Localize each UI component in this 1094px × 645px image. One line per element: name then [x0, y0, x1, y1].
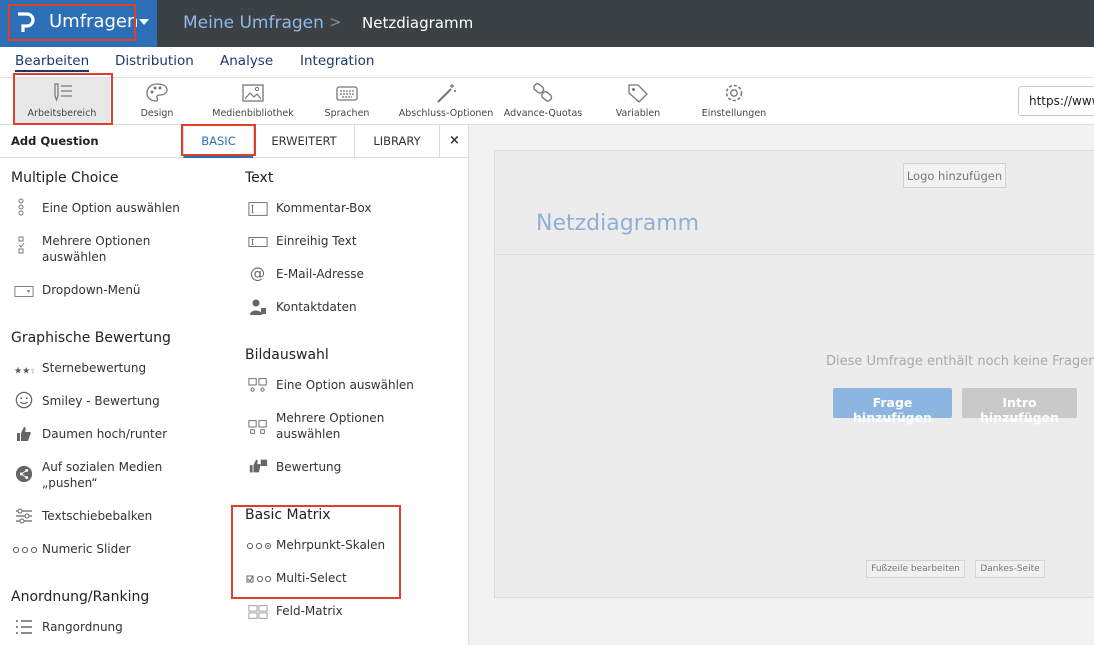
rating-thumbs-icon	[249, 459, 268, 473]
thumbs-up-icon	[17, 427, 31, 441]
image-choice-icon	[248, 378, 267, 392]
image-multi-choice-icon	[248, 420, 267, 434]
question-type-label: Rangordnung	[42, 620, 123, 634]
section-bildauswahl: Bildauswahl	[245, 347, 329, 363]
tab-erweitert[interactable]: ERWEITERT	[253, 125, 354, 158]
gear-icon	[722, 82, 746, 104]
section-text: Text	[245, 170, 274, 186]
slider-icon	[16, 508, 32, 524]
contact-icon	[250, 299, 266, 315]
nav-bearbeiten[interactable]: Bearbeiten	[15, 53, 90, 72]
section-multiple-choice: Multiple Choice	[11, 170, 119, 186]
question-type-label: Auf sozialen Medien „pushen“	[42, 460, 163, 490]
svg-text:@: @	[250, 264, 265, 282]
checkbox-list-icon	[18, 236, 25, 254]
svg-text:★★☆: ★★☆	[14, 367, 34, 377]
nav-analyse[interactable]: Analyse	[220, 53, 273, 69]
star-rating-icon: ★★☆	[14, 367, 34, 377]
breadcrumb-parent[interactable]: Meine Umfragen	[183, 13, 324, 33]
question-type-label: Mehrere Optionen auswählen	[276, 411, 385, 441]
link-icon	[531, 82, 555, 104]
add-intro-button[interactable]: Intro hinzufügen	[962, 388, 1077, 425]
at-sign-icon: @	[250, 264, 265, 282]
question-type-label: Feld-Matrix	[276, 604, 343, 618]
highlight-basic-tab	[181, 124, 256, 156]
survey-title[interactable]: Netzdiagramm	[536, 211, 699, 236]
toolbar: Arbeitsbereich Design Medienbibliothek S…	[0, 78, 1094, 125]
share-icon	[15, 465, 33, 483]
smiley-icon	[15, 391, 33, 409]
question-type-label: Daumen hoch/runter	[42, 427, 168, 441]
chevron-down-icon	[139, 19, 149, 25]
question-type-label: Eine Option auswählen	[42, 201, 180, 215]
text-area-icon	[248, 202, 268, 216]
close-icon[interactable]: ×	[439, 125, 469, 158]
tool-label: Variablen	[615, 108, 661, 119]
question-type-label: Smiley - Bewertung	[42, 394, 160, 408]
palette-icon	[145, 82, 169, 104]
question-type-label: Textschiebebalken	[42, 509, 153, 523]
question-type-label: Kontaktdaten	[276, 300, 357, 314]
add-logo-button[interactable]: Logo hinzufügen	[903, 163, 1006, 188]
dropdown-icon	[14, 286, 34, 297]
text-field-icon	[248, 237, 268, 247]
question-type-label: E-Mail-Adresse	[276, 267, 364, 281]
tag-icon	[626, 82, 650, 104]
title-divider	[495, 254, 1094, 255]
question-type-label: Kommentar-Box	[276, 201, 372, 215]
edit-footer-button[interactable]: Fußzeile bearbeiten	[866, 560, 965, 578]
question-type-label: Mehrere Optionen auswählen	[42, 234, 151, 264]
tool-label: Sprachen	[324, 108, 370, 119]
tab-library[interactable]: LIBRARY	[354, 125, 439, 158]
highlight-basic-matrix	[231, 505, 401, 599]
tool-label: Abschluss-Optionen	[398, 108, 494, 119]
tool-medienbibliothek[interactable]: Medienbibliothek	[208, 78, 298, 124]
question-type-label: Eine Option auswählen	[276, 378, 414, 392]
image-icon	[241, 82, 265, 104]
tool-label: Design	[140, 108, 174, 119]
breadcrumb-current: Netzdiagramm	[362, 14, 474, 32]
primary-nav: Bearbeiten Distribution Analyse Integrat…	[0, 47, 1094, 78]
tool-abschluss-optionen[interactable]: Abschluss-Optionen	[398, 78, 494, 124]
breadcrumb-separator-icon: >	[329, 13, 342, 31]
panel-title: Add Question	[11, 134, 99, 148]
nav-integration[interactable]: Integration	[300, 53, 374, 69]
section-graphische-bewertung: Graphische Bewertung	[11, 330, 171, 346]
tool-label: Medienbibliothek	[212, 108, 294, 119]
highlight-app-switcher	[8, 4, 136, 41]
question-type-label: Numeric Slider	[42, 542, 131, 556]
tool-variablen[interactable]: Variablen	[608, 78, 668, 124]
question-type-label: Dropdown-Menü	[42, 283, 141, 297]
nav-distribution[interactable]: Distribution	[115, 53, 194, 69]
section-anordnung-ranking: Anordnung/Ranking	[11, 589, 150, 605]
highlight-arbeitsbereich	[13, 73, 113, 125]
question-type-label: Sternebewertung	[42, 361, 147, 375]
survey-url-field[interactable]: https://www	[1018, 86, 1094, 116]
radio-list-icon	[18, 198, 24, 216]
question-type-label: Einreihig Text	[276, 234, 357, 248]
magic-wand-icon	[434, 82, 458, 104]
keyboard-icon	[335, 82, 359, 104]
thanks-page-button[interactable]: Dankes-Seite	[975, 560, 1045, 578]
add-question-button[interactable]: Frage hinzufügen	[833, 388, 952, 425]
ranked-list-icon	[16, 620, 32, 634]
numeric-slider-icon	[12, 546, 38, 554]
empty-survey-message: Diese Umfrage enthält noch keine Fragen	[826, 354, 1094, 369]
tool-design[interactable]: Design	[127, 78, 187, 124]
field-matrix-icon	[248, 605, 268, 619]
question-type-label: Bewertung	[276, 460, 342, 474]
tool-label: Einstellungen	[701, 108, 767, 119]
tool-advance-quotas[interactable]: Advance-Quotas	[503, 78, 583, 124]
tool-label: Advance-Quotas	[503, 108, 583, 119]
top-bar: Umfragen Meine Umfragen > Netzdiagramm	[0, 0, 1094, 47]
tool-einstellungen[interactable]: Einstellungen	[699, 78, 769, 124]
tool-sprachen[interactable]: Sprachen	[317, 78, 377, 124]
